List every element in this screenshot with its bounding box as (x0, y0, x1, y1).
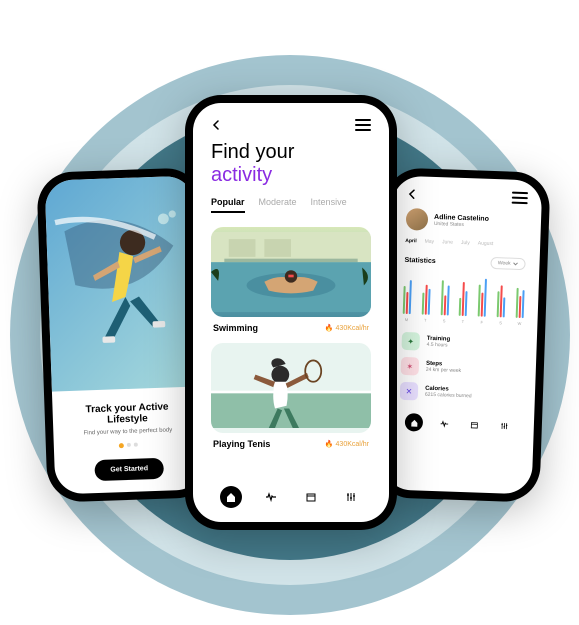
fire-icon: 🔥 (325, 440, 334, 448)
hamburger-icon (512, 192, 528, 195)
month-tab[interactable]: July (461, 240, 470, 246)
page-indicator (66, 441, 191, 450)
pulse-icon (440, 419, 449, 428)
month-tab[interactable]: August (478, 240, 494, 247)
period-selector[interactable]: Week (491, 257, 526, 270)
avatar[interactable] (406, 208, 429, 231)
back-button[interactable] (407, 189, 417, 199)
chevron-left-icon (407, 189, 417, 199)
statistics-title: Statistics (404, 256, 435, 264)
get-started-button[interactable]: Get Started (94, 458, 164, 481)
nav-activity[interactable] (435, 414, 454, 433)
bottom-nav (384, 406, 534, 445)
card-calories: 🔥430Kcal/hr (325, 324, 369, 332)
onboarding-subtitle: Find your way to the perfect body (65, 427, 190, 437)
phone-activity: Find your activity Popular Moderate Inte… (185, 95, 397, 530)
month-tab[interactable]: June (442, 239, 453, 245)
statistics-chart: MTSTFSW (388, 269, 539, 330)
hamburger-icon (355, 119, 371, 121)
onboarding-title: Track your Active Lifestyle (64, 401, 190, 427)
pulse-icon (265, 491, 277, 503)
tab-moderate[interactable]: Moderate (259, 197, 297, 213)
activity-card[interactable]: Playing Tenis 🔥430Kcal/hr (211, 343, 371, 449)
profile-header: Adline Castelino United States (391, 205, 541, 242)
tab-intensive[interactable]: Intensive (311, 197, 347, 213)
menu-button[interactable] (355, 119, 371, 131)
chart-day-column: T (421, 285, 430, 323)
activity-card[interactable]: Swimming 🔥430Kcal/hr (211, 227, 371, 333)
chevron-left-icon (211, 120, 221, 130)
nav-settings[interactable] (340, 486, 362, 508)
chart-day-column: S (440, 280, 449, 323)
chart-day-column: S (497, 285, 506, 325)
chevron-down-icon (512, 261, 518, 267)
card-title: Swimming (213, 323, 258, 333)
tennis-illustration (211, 343, 371, 433)
card-calories: 🔥430Kcal/hr (325, 440, 369, 448)
metric-calories: ✕ Calories 6215 calories burned (400, 382, 522, 404)
calendar-icon (470, 420, 479, 429)
chart-day-column: F (478, 279, 488, 325)
metric-training: ✦ Training 4.5 hours (401, 332, 523, 354)
nav-home[interactable] (405, 413, 424, 432)
bottom-nav (193, 476, 389, 522)
menu-button[interactable] (512, 192, 528, 205)
card-title: Playing Tenis (213, 439, 270, 449)
chart-day-column: M (402, 280, 411, 322)
calendar-icon (305, 491, 317, 503)
month-tab[interactable]: May (425, 239, 435, 245)
sliders-icon (500, 421, 509, 430)
nav-calendar[interactable] (300, 486, 322, 508)
metric-steps: ✶ Steps 24 km per week (401, 357, 523, 379)
back-button[interactable] (211, 120, 221, 130)
home-icon (409, 418, 418, 427)
fire-icon: 🔥 (325, 324, 334, 332)
nav-settings[interactable] (495, 416, 514, 435)
chart-day-column: W (515, 288, 524, 326)
month-tab[interactable]: April (405, 238, 417, 244)
nav-home[interactable] (220, 486, 242, 508)
page-title: Find your activity (193, 137, 389, 197)
home-icon (225, 491, 237, 503)
onboarding-illustration (45, 175, 201, 391)
sliders-icon (345, 491, 357, 503)
activity-tabs: Popular Moderate Intensive (193, 197, 389, 221)
tab-popular[interactable]: Popular (211, 197, 245, 213)
nav-calendar[interactable] (465, 415, 484, 434)
calories-icon: ✕ (400, 382, 419, 401)
swimming-illustration (211, 227, 371, 317)
phone-statistics: Adline Castelino United States April May… (374, 167, 550, 503)
nav-activity[interactable] (260, 486, 282, 508)
training-icon: ✦ (401, 332, 420, 351)
chart-day-column: T (459, 282, 468, 324)
steps-icon: ✶ (401, 357, 420, 376)
